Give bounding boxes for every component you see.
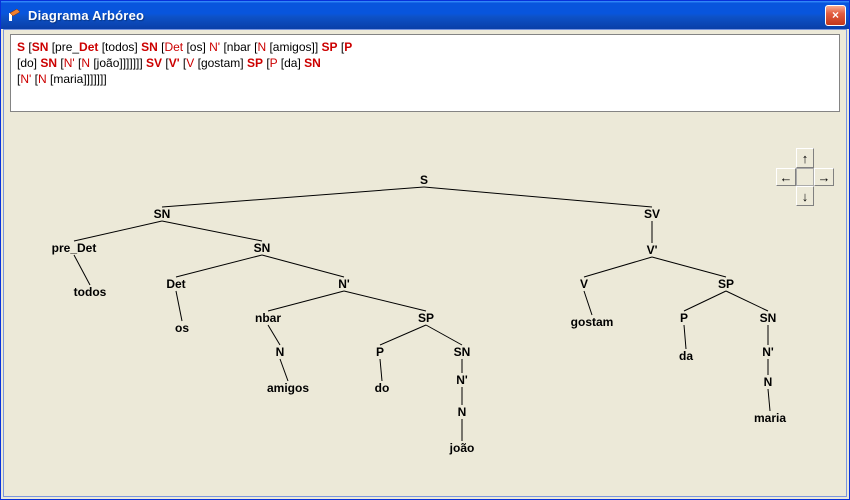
- tree-node[interactable]: SP: [718, 277, 734, 291]
- tree-node[interactable]: N: [276, 345, 285, 359]
- tree-node[interactable]: N: [764, 375, 773, 389]
- app-window: Diagrama Arbóreo × S [SN [pre_Det [todos…: [0, 0, 850, 500]
- tree-node[interactable]: amigos: [267, 381, 309, 395]
- titlebar[interactable]: Diagrama Arbóreo ×: [1, 1, 849, 29]
- tree-node[interactable]: N': [456, 373, 468, 387]
- content-area: S [SN [pre_Det [todos] SN [Det [os] N' […: [3, 29, 847, 497]
- tree-node[interactable]: SN: [154, 207, 171, 221]
- window-title: Diagrama Arbóreo: [28, 8, 825, 23]
- tree-node[interactable]: da: [679, 349, 693, 363]
- tree-node[interactable]: SN: [254, 241, 271, 255]
- close-icon: ×: [832, 8, 839, 22]
- tree-diagram-canvas[interactable]: S SN SV pre_Det SN todos Det N' os nbar SP Namigos P…: [4, 120, 846, 496]
- tree-node[interactable]: SP: [418, 311, 434, 325]
- tree-node[interactable]: SN: [760, 311, 777, 325]
- tree-node[interactable]: do: [375, 381, 390, 395]
- close-button[interactable]: ×: [825, 5, 846, 26]
- tree-node[interactable]: P: [680, 311, 688, 325]
- tree-node[interactable]: N: [458, 405, 467, 419]
- tree-node[interactable]: os: [175, 321, 189, 335]
- tree-node[interactable]: N': [762, 345, 774, 359]
- tree-node[interactable]: nbar: [255, 311, 281, 325]
- tree-node[interactable]: pre_Det: [52, 241, 97, 255]
- tree-node[interactable]: P: [376, 345, 384, 359]
- tree-node[interactable]: V: [580, 277, 588, 291]
- tree-node[interactable]: Det: [166, 277, 185, 291]
- tree-node[interactable]: joão: [450, 441, 475, 455]
- tree-node[interactable]: SV: [644, 207, 660, 221]
- tree-node[interactable]: SN: [454, 345, 471, 359]
- tree-node[interactable]: N': [338, 277, 350, 291]
- tree-node[interactable]: gostam: [571, 315, 614, 329]
- tree-node[interactable]: V': [647, 243, 658, 257]
- app-icon: [7, 7, 23, 23]
- bracket-notation-input[interactable]: S [SN [pre_Det [todos] SN [Det [os] N' […: [10, 34, 840, 112]
- tree-node[interactable]: maria: [754, 411, 786, 425]
- tree-node[interactable]: todos: [74, 285, 107, 299]
- tree-node[interactable]: S: [420, 173, 428, 187]
